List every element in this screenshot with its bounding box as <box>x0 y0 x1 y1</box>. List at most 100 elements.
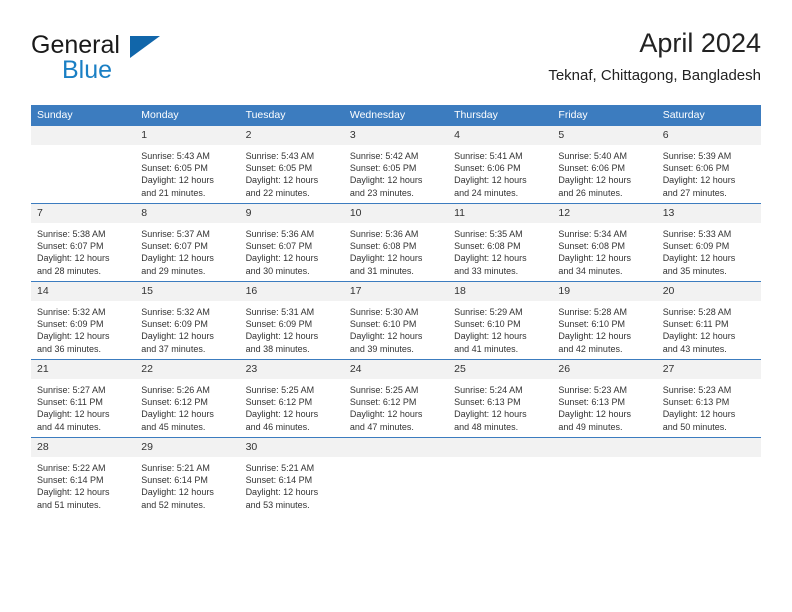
day-sun-info: Sunrise: 5:34 AM Sunset: 6:08 PM Daylight:… <box>552 223 656 277</box>
calendar-day-cell[interactable]: 16 Sunrise: 5:31 AM Sunset: 6:09 PM Dayligh… <box>239 281 344 360</box>
day-number: 22 <box>135 360 240 379</box>
day-info-line: Daylight: 12 hours <box>558 175 631 186</box>
day-info-line: Daylight: 12 hours <box>349 331 423 342</box>
day-info-line: Sunrise: 5:22 AM <box>37 463 106 473</box>
day-info-line: and 47 minutes. <box>349 421 414 432</box>
sunrise-sunset-calendar: Sunday Monday Tuesday Wednesday Thursday Frid… <box>31 105 761 515</box>
calendar-body: 1 Sunrise: 5:43 AM Sunset: 6:05 PM Daylight… <box>31 126 761 515</box>
calendar-day-cell[interactable]: 30 Sunrise: 5:21 AM Sunset: 6:14 PM Dayligh… <box>239 437 344 515</box>
day-number: 25 <box>448 360 553 379</box>
day-info-line: Daylight: 12 hours <box>37 253 110 264</box>
day-info-line: Sunrise: 5:43 AM <box>141 151 210 161</box>
calendar-day-cell[interactable]: 6 Sunrise: 5:39 AM Sunset: 6:06 PM Daylight… <box>656 126 761 204</box>
day-info-line: Daylight: 12 hours <box>141 409 214 420</box>
calendar-empty-cell <box>343 437 449 515</box>
day-sun-info: Sunrise: 5:22 AM Sunset: 6:14 PM Daylight:… <box>31 457 135 511</box>
day-number: 23 <box>239 360 344 379</box>
location-subtitle: Teknaf, Chittagong, Bangladesh <box>548 67 761 84</box>
calendar-day-cell[interactable]: 18 Sunrise: 5:29 AM Sunset: 6:10 PM Dayligh… <box>448 281 553 360</box>
calendar-day-cell[interactable]: 20 Sunrise: 5:28 AM Sunset: 6:11 PM Dayligh… <box>656 281 761 360</box>
calendar-day-cell[interactable]: 27 Sunrise: 5:23 AM Sunset: 6:13 PM Dayligh… <box>656 359 761 438</box>
calendar-day-cell[interactable]: 13 Sunrise: 5:33 AM Sunset: 6:09 PM Dayligh… <box>656 203 761 282</box>
day-number: 28 <box>31 438 136 457</box>
day-info-line: Sunset: 6:10 PM <box>454 319 521 330</box>
day-info-line: Daylight: 12 hours <box>454 175 527 186</box>
day-info-line: and 43 minutes. <box>662 343 727 354</box>
calendar-day-cell[interactable]: 2 Sunrise: 5:43 AM Sunset: 6:05 PM Daylight… <box>239 126 344 204</box>
calendar-day-cell[interactable]: 15 Sunrise: 5:32 AM Sunset: 6:09 PM Dayligh… <box>135 281 240 360</box>
day-info-line: and 36 minutes. <box>37 343 102 354</box>
weekday-header-sunday: Sunday <box>31 105 136 126</box>
calendar-day-cell[interactable]: 1 Sunrise: 5:43 AM Sunset: 6:05 PM Daylight… <box>135 126 240 204</box>
day-info-line: Sunrise: 5:40 AM <box>558 151 627 161</box>
day-info-line: Sunset: 6:13 PM <box>454 397 521 408</box>
day-number: 15 <box>135 282 240 301</box>
calendar-empty-cell <box>31 126 136 204</box>
calendar-day-cell[interactable]: 29 Sunrise: 5:21 AM Sunset: 6:14 PM Dayligh… <box>135 437 240 515</box>
calendar-day-cell[interactable]: 19 Sunrise: 5:28 AM Sunset: 6:10 PM Dayligh… <box>552 281 657 360</box>
day-info-line: Sunset: 6:10 PM <box>349 319 417 330</box>
day-info-line: and 21 minutes. <box>141 187 206 198</box>
calendar-empty-cell <box>656 437 761 515</box>
day-number: 27 <box>656 360 761 379</box>
day-info-line: Sunset: 6:13 PM <box>558 397 625 408</box>
calendar-day-cell[interactable]: 11 Sunrise: 5:35 AM Sunset: 6:08 PM Dayligh… <box>448 203 553 282</box>
day-number: 24 <box>343 360 449 379</box>
day-info-line: Sunset: 6:09 PM <box>37 319 104 330</box>
day-info-line: Sunset: 6:08 PM <box>349 241 417 252</box>
day-info-line: Sunrise: 5:28 AM <box>662 307 732 317</box>
calendar-day-cell[interactable]: 5 Sunrise: 5:40 AM Sunset: 6:06 PM Daylight… <box>552 126 657 204</box>
day-sun-info: Sunrise: 5:40 AM Sunset: 6:06 PM Daylight:… <box>552 145 656 199</box>
day-sun-info: Sunrise: 5:36 AM Sunset: 6:08 PM Daylight:… <box>344 223 448 277</box>
page-title: April 2024 <box>639 28 761 58</box>
calendar-day-cell[interactable]: 3 Sunrise: 5:42 AM Sunset: 6:05 PM Daylight… <box>343 126 449 204</box>
brand-name-general: General <box>31 31 120 59</box>
calendar-day-cell[interactable]: 21 Sunrise: 5:27 AM Sunset: 6:11 PM Dayligh… <box>31 359 136 438</box>
calendar-day-cell[interactable]: 9 Sunrise: 5:36 AM Sunset: 6:07 PM Daylight… <box>239 203 344 282</box>
calendar-day-cell[interactable]: 8 Sunrise: 5:37 AM Sunset: 6:07 PM Daylight… <box>135 203 240 282</box>
day-info-line: Daylight: 12 hours <box>349 253 423 264</box>
day-number <box>343 438 449 457</box>
day-info-line: Sunrise: 5:30 AM <box>349 307 419 317</box>
day-info-line: and 28 minutes. <box>37 265 102 276</box>
calendar-day-cell[interactable]: 28 Sunrise: 5:22 AM Sunset: 6:14 PM Dayligh… <box>31 437 136 515</box>
day-info-line: and 22 minutes. <box>245 187 310 198</box>
day-info-line: Sunset: 6:07 PM <box>245 241 313 252</box>
day-info-line: and 24 minutes. <box>454 187 519 198</box>
day-info-line: Sunrise: 5:33 AM <box>662 229 732 239</box>
calendar-day-cell[interactable]: 24 Sunrise: 5:25 AM Sunset: 6:12 PM Dayligh… <box>343 359 449 438</box>
calendar-day-cell[interactable]: 26 Sunrise: 5:23 AM Sunset: 6:13 PM Dayligh… <box>552 359 657 438</box>
calendar-week-row: 14 Sunrise: 5:32 AM Sunset: 6:09 PM Dayligh… <box>31 281 761 360</box>
day-info-line: and 41 minutes. <box>454 343 519 354</box>
day-info-line: Sunset: 6:09 PM <box>245 319 313 330</box>
day-info-line: and 53 minutes. <box>245 499 310 510</box>
calendar-day-cell[interactable]: 23 Sunrise: 5:25 AM Sunset: 6:12 PM Dayligh… <box>239 359 344 438</box>
day-info-line: Sunrise: 5:43 AM <box>245 151 315 161</box>
calendar-day-cell[interactable]: 7 Sunrise: 5:38 AM Sunset: 6:07 PM Daylight… <box>31 203 136 282</box>
day-info-line: Sunset: 6:06 PM <box>662 163 730 174</box>
weekday-header-saturday: Saturday <box>656 105 761 126</box>
day-info-line: Sunset: 6:05 PM <box>141 163 208 174</box>
day-info-line: Daylight: 12 hours <box>662 331 736 342</box>
day-info-line: Sunrise: 5:32 AM <box>141 307 210 317</box>
calendar-day-cell[interactable]: 17 Sunrise: 5:30 AM Sunset: 6:10 PM Dayligh… <box>343 281 449 360</box>
calendar-day-cell[interactable]: 12 Sunrise: 5:34 AM Sunset: 6:08 PM Dayligh… <box>552 203 657 282</box>
day-sun-info: Sunrise: 5:31 AM Sunset: 6:09 PM Daylight:… <box>240 301 344 355</box>
day-number: 19 <box>552 282 657 301</box>
page-header: General Blue April 2024 Teknaf, Chittago… <box>31 26 761 98</box>
calendar-day-cell[interactable]: 4 Sunrise: 5:41 AM Sunset: 6:06 PM Daylight… <box>448 126 553 204</box>
day-number <box>552 438 657 457</box>
calendar-day-cell[interactable]: 22 Sunrise: 5:26 AM Sunset: 6:12 PM Dayligh… <box>135 359 240 438</box>
day-sun-info: Sunrise: 5:29 AM Sunset: 6:10 PM Daylight:… <box>448 301 552 355</box>
day-sun-info: Sunrise: 5:32 AM Sunset: 6:09 PM Daylight:… <box>31 301 135 355</box>
day-info-line: Sunrise: 5:25 AM <box>349 385 419 395</box>
calendar-day-cell[interactable]: 14 Sunrise: 5:32 AM Sunset: 6:09 PM Dayligh… <box>31 281 136 360</box>
day-info-line: and 51 minutes. <box>37 499 102 510</box>
calendar-day-cell[interactable]: 10 Sunrise: 5:36 AM Sunset: 6:08 PM Dayligh… <box>343 203 449 282</box>
day-number: 11 <box>448 204 553 223</box>
calendar-week-row: 7 Sunrise: 5:38 AM Sunset: 6:07 PM Daylight… <box>31 203 761 282</box>
calendar-day-cell[interactable]: 25 Sunrise: 5:24 AM Sunset: 6:13 PM Dayligh… <box>448 359 553 438</box>
day-info-line: Sunset: 6:09 PM <box>662 241 730 252</box>
day-info-line: Daylight: 12 hours <box>454 409 527 420</box>
brand-logo[interactable]: General Blue <box>31 32 241 90</box>
